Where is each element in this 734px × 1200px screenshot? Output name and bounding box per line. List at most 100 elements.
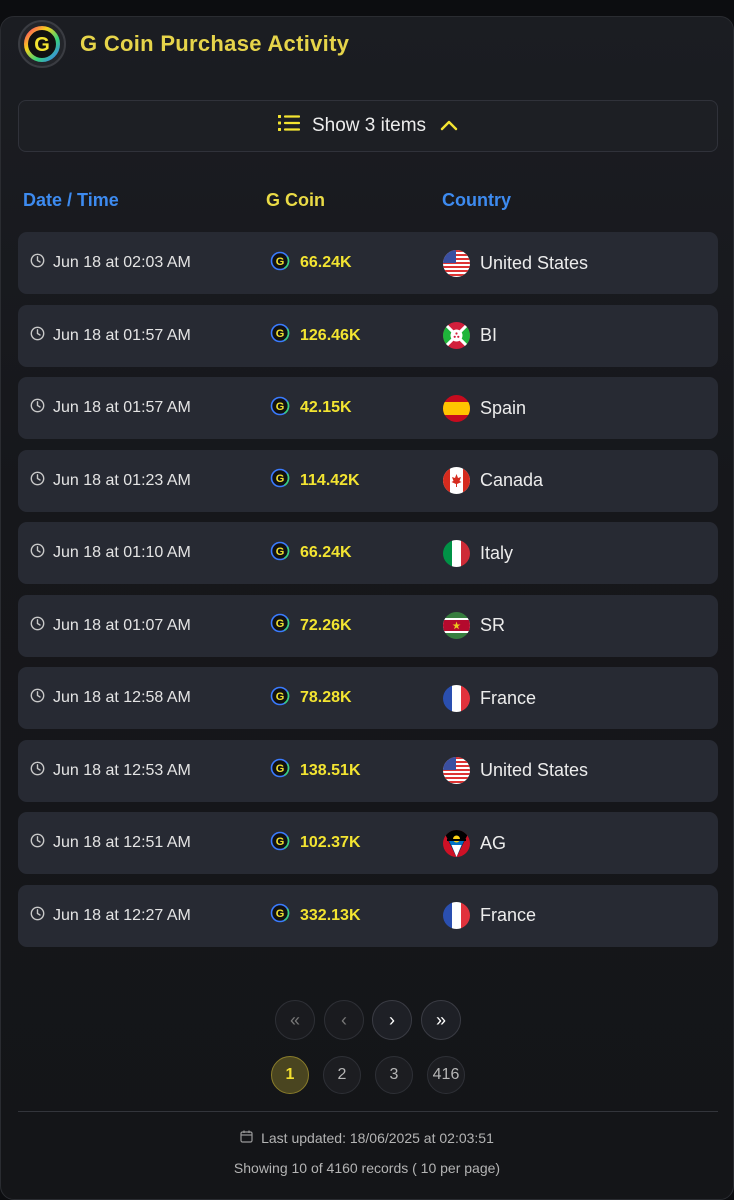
svg-text:G: G [276, 473, 285, 485]
list-icon [277, 114, 301, 138]
country-name: United States [480, 252, 589, 273]
coin-amount: 138.51K [300, 761, 361, 779]
country-cell: Italy [443, 539, 514, 567]
column-header-country[interactable]: Country [442, 190, 511, 211]
coin-cell: G 78.28K [270, 686, 352, 711]
country-cell: SR [443, 612, 505, 639]
coin-cell: G 66.24K [270, 541, 352, 566]
date-text: Jun 18 at 12:51 AM [53, 834, 191, 851]
coin-cell: G 138.51K [270, 758, 361, 783]
svg-text:G: G [276, 836, 285, 848]
pagination-nav: « ‹ › » [0, 1000, 734, 1040]
coin-amount: 66.24K [300, 254, 352, 271]
coin-amount: 114.42K [300, 471, 360, 489]
list-item[interactable]: Jun 18 at 12:53 AM G 138.51K United Stat… [18, 739, 718, 802]
list-item[interactable]: Jun 18 at 01:10 AM G 66.24K Italy [18, 522, 718, 584]
date-cell: Jun 18 at 01:10 AM [30, 543, 191, 563]
page-416-button[interactable]: 416 [427, 1056, 465, 1094]
g-coin-icon: G [270, 758, 290, 783]
page-1-button[interactable]: 1 [271, 1056, 309, 1094]
coin-amount: 72.26K [300, 616, 352, 634]
coin-cell: G 102.37K [270, 831, 361, 856]
coin-cell: G 66.24K [270, 251, 352, 276]
header: G G Coin Purchase Activity [18, 20, 349, 68]
country-cell: AG [443, 829, 507, 857]
date-cell: Jun 18 at 12:27 AM [30, 906, 191, 926]
prev-page-icon: ‹ [341, 1009, 347, 1030]
date-cell: Jun 18 at 12:58 AM [30, 688, 191, 708]
last-updated-text: Last updated: 18/06/2025 at 02:03:51 [261, 1130, 494, 1146]
country-cell: Canada [443, 467, 543, 494]
country-name: United States [480, 760, 589, 780]
svg-text:G: G [276, 691, 285, 703]
country-cell: Spain [443, 394, 527, 422]
country-name: Spain [480, 397, 527, 418]
g-coin-icon: G [270, 468, 290, 493]
country-cell: BI [443, 322, 497, 349]
date-text: Jun 18 at 01:07 AM [53, 616, 191, 634]
country-name: BI [480, 325, 498, 345]
page-2-button[interactable]: 2 [323, 1056, 361, 1094]
list-item[interactable]: Jun 18 at 01:57 AM G 126.46K BI [18, 304, 718, 367]
g-coin-logo-icon: G [18, 20, 66, 68]
first-page-button[interactable]: « [275, 1000, 315, 1040]
records-summary: Showing 10 of 4160 records ( 10 per page… [233, 1160, 501, 1176]
country-name: Canada [480, 470, 544, 490]
page-3-button[interactable]: 3 [375, 1056, 413, 1094]
coin-amount: 332.13K [300, 906, 361, 924]
column-headers: Date / Time G Coin Country [0, 190, 734, 214]
date-cell: Jun 18 at 12:51 AM [30, 833, 191, 853]
list-item[interactable]: Jun 18 at 02:03 AM G 66.24K United State… [18, 232, 718, 294]
coin-cell: G 332.13K [270, 903, 361, 928]
g-coin-icon: G [270, 396, 290, 421]
list-item[interactable]: Jun 18 at 12:51 AM G 102.37K AG [18, 812, 718, 874]
page-title: G Coin Purchase Activity [80, 31, 350, 56]
country-name: AG [480, 832, 507, 853]
coin-cell: G 126.46K [270, 323, 361, 348]
coin-amount: 126.46K [300, 326, 361, 344]
flag-icon [443, 684, 480, 712]
flag-icon [443, 249, 480, 277]
calendar-icon [240, 1130, 261, 1146]
last-page-button[interactable]: » [421, 1000, 461, 1040]
clock-icon [30, 906, 53, 926]
clock-icon [30, 761, 53, 781]
svg-text:G: G [276, 908, 285, 920]
date-text: Jun 18 at 01:10 AM [53, 544, 191, 561]
prev-page-button[interactable]: ‹ [324, 1000, 364, 1040]
last-updated: Last updated: 18/06/2025 at 02:03:51 [0, 1130, 734, 1146]
svg-text:G: G [276, 546, 285, 558]
flag-icon [443, 612, 480, 639]
list-item[interactable]: Jun 18 at 12:58 AM G 78.28K France [18, 667, 718, 729]
svg-text:G: G [276, 763, 285, 775]
list-item[interactable]: Jun 18 at 12:27 AM G 332.13K France [18, 884, 718, 947]
flag-icon [443, 902, 480, 929]
next-page-button[interactable]: › [372, 1000, 412, 1040]
flag-icon [443, 539, 480, 567]
date-text: Jun 18 at 01:57 AM [53, 399, 191, 416]
clock-icon [30, 326, 53, 346]
flag-icon [443, 467, 480, 494]
next-page-icon: › [389, 1009, 395, 1030]
country-cell: France [443, 902, 536, 929]
list-item[interactable]: Jun 18 at 01:57 AM G 42.15K Spain [18, 377, 718, 439]
g-coin-icon: G [270, 831, 290, 856]
date-cell: Jun 18 at 01:23 AM [30, 471, 191, 491]
activity-list: Jun 18 at 02:03 AM G 66.24K United State… [18, 232, 718, 957]
g-coin-icon: G [270, 323, 290, 348]
column-header-date[interactable]: Date / Time [23, 190, 119, 211]
svg-text:G: G [276, 256, 285, 268]
clock-icon [30, 833, 53, 853]
country-name: Italy [480, 542, 514, 563]
country-name: France [480, 905, 537, 925]
clock-icon [30, 471, 53, 491]
g-coin-icon: G [270, 903, 290, 928]
chevron-up-icon [440, 115, 458, 137]
g-coin-icon: G [270, 686, 290, 711]
show-items-toggle[interactable]: Show 3 items [18, 100, 718, 152]
column-header-coin[interactable]: G Coin [266, 190, 325, 211]
list-item[interactable]: Jun 18 at 01:23 AM G 114.42K Canada [18, 449, 718, 512]
list-item[interactable]: Jun 18 at 01:07 AM G 72.26K SR [18, 594, 718, 657]
date-text: Jun 18 at 02:03 AM [53, 254, 191, 271]
clock-icon [30, 398, 53, 418]
